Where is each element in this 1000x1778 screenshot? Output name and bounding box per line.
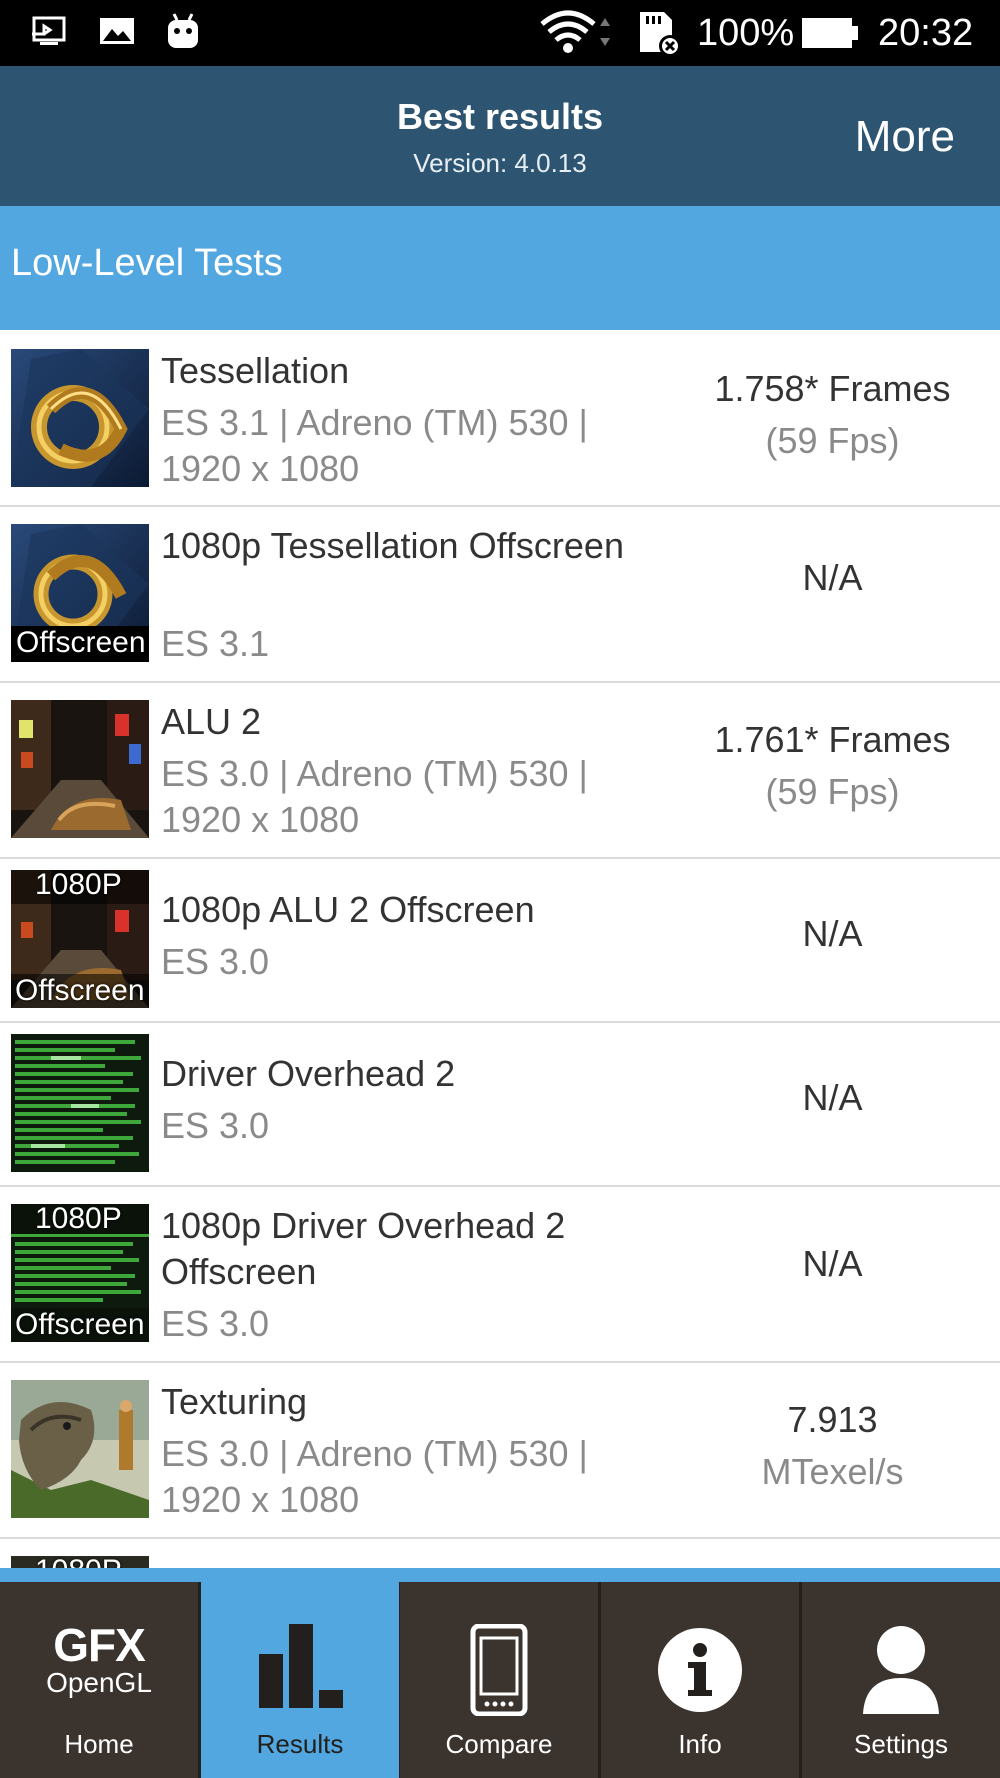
result-title: Driver Overhead 2 xyxy=(161,1053,456,1094)
result-row-driver-overhead2-offscreen[interactable]: 1080P Offscreen 1080p Driver Overhead 2 … xyxy=(0,1187,1000,1363)
wifi-icon xyxy=(540,10,610,53)
tessellation-thumbnail xyxy=(11,349,149,487)
result-score: N/A xyxy=(802,1077,863,1118)
gfx-logo-text: GFX xyxy=(53,1619,146,1671)
partial-thumbnail: 1080P xyxy=(11,1556,149,1568)
opengl-logo-text: OpenGL xyxy=(46,1667,152,1698)
battery-icon xyxy=(802,18,858,48)
result-row-texturing[interactable]: Texturing ES 3.0 | Adreno (TM) 530 | 192… xyxy=(0,1363,1000,1539)
result-score: 1.758* Frames xyxy=(714,368,951,409)
result-subtitle: ES 3.0 xyxy=(161,941,270,982)
result-title: Texturing xyxy=(161,1381,308,1422)
status-bar: 100% 20:32 xyxy=(0,0,1000,66)
nav-home-label: Home xyxy=(64,1729,134,1759)
result-fps: (59 Fps) xyxy=(765,420,900,461)
nav-results[interactable]: Results xyxy=(201,1568,399,1778)
bottom-nav-stripe xyxy=(0,1568,1000,1582)
result-subtitle: ES 3.0 xyxy=(161,1303,270,1344)
nav-info[interactable]: Info xyxy=(601,1582,799,1778)
app-header: Best results Version: 4.0.13 More xyxy=(0,66,1000,206)
result-title: ALU 2 xyxy=(161,701,262,742)
nav-results-label: Results xyxy=(256,1729,344,1759)
result-row-tessellation[interactable]: Tessellation ES 3.1 | Adreno (TM) 530 | … xyxy=(0,330,1000,507)
nav-compare-label: Compare xyxy=(445,1729,553,1759)
screen-cast-icon xyxy=(32,16,66,45)
result-score: N/A xyxy=(802,913,863,954)
result-title: 1080p Tessellation Offscreen xyxy=(161,525,624,566)
result-row-tessellation-offscreen[interactable]: Offscreen 1080p Tessellation Offscreen E… xyxy=(0,507,1000,683)
thumb-top-tag: 1080P xyxy=(35,870,122,901)
nav-settings[interactable]: Settings xyxy=(802,1582,1000,1778)
driver-overhead-offscreen-thumbnail: 1080P Offscreen xyxy=(11,1204,149,1342)
result-row-alu2[interactable]: ALU 2 ES 3.0 | Adreno (TM) 530 | 1920 x … xyxy=(0,683,1000,859)
android-icon xyxy=(168,13,198,48)
result-unit: MTexel/s xyxy=(761,1451,904,1492)
result-score: 1.761* Frames xyxy=(714,719,951,760)
phone-icon xyxy=(470,1624,528,1716)
gfx-logo-icon: GFX OpenGL xyxy=(0,1622,198,1698)
thumb-bottom-tag: Offscreen xyxy=(16,626,146,659)
results-list[interactable]: Tessellation ES 3.1 | Adreno (TM) 530 | … xyxy=(0,330,1000,1568)
battery-percent: 100% xyxy=(697,12,795,54)
nav-compare[interactable]: Compare xyxy=(400,1582,598,1778)
texturing-thumbnail xyxy=(11,1380,149,1518)
image-icon xyxy=(100,18,134,44)
result-subtitle: ES 3.1 | Adreno (TM) 530 | 1920 x 1080 xyxy=(161,402,588,489)
result-title: 1080p ALU 2 Offscreen xyxy=(161,889,535,930)
result-row-driver-overhead2[interactable]: Driver Overhead 2 ES 3.0 N/A xyxy=(0,1023,1000,1187)
alu2-offscreen-thumbnail: 1080P Offscreen xyxy=(11,870,149,1008)
result-title: 1080p Driver Overhead 2 Offscreen xyxy=(161,1205,566,1292)
nav-info-label: Info xyxy=(678,1729,722,1759)
nav-home[interactable]: GFX OpenGL Home xyxy=(0,1582,198,1778)
result-score: N/A xyxy=(802,1243,863,1284)
thumb-bottom-tag: Offscreen xyxy=(15,1308,145,1341)
result-subtitle: ES 3.0 | Adreno (TM) 530 | 1920 x 1080 xyxy=(161,753,588,840)
tessellation-offscreen-thumbnail: Offscreen xyxy=(11,524,149,662)
result-row-partial[interactable]: 1080P xyxy=(0,1539,1000,1568)
result-title: Tessellation xyxy=(161,350,350,391)
thumb-top-tag: 1080P xyxy=(35,1556,122,1568)
result-row-alu2-offscreen[interactable]: 1080P Offscreen 1080p ALU 2 Offscreen ES… xyxy=(0,859,1000,1023)
bottom-navigation: GFX OpenGL Home Results Compare Info Set… xyxy=(0,1568,1000,1778)
driver-overhead-thumbnail xyxy=(11,1034,149,1172)
user-icon xyxy=(863,1626,939,1714)
result-subtitle: ES 3.1 xyxy=(161,623,270,664)
nav-settings-label: Settings xyxy=(854,1729,948,1759)
sdcard-icon xyxy=(640,12,681,57)
thumb-top-tag: 1080P xyxy=(35,1204,122,1235)
section-label: Low-Level Tests xyxy=(11,242,283,284)
more-button[interactable]: More xyxy=(855,112,955,162)
clock: 20:32 xyxy=(878,12,974,54)
result-fps: (59 Fps) xyxy=(765,771,900,812)
section-header: Low-Level Tests xyxy=(0,206,1000,330)
page-title: Best results xyxy=(396,96,604,137)
result-subtitle: ES 3.0 | Adreno (TM) 530 | 1920 x 1080 xyxy=(161,1433,588,1520)
thumb-bottom-tag: Offscreen xyxy=(15,974,145,1007)
bar-chart-icon xyxy=(259,1624,343,1708)
result-score: N/A xyxy=(802,557,863,598)
alu2-thumbnail xyxy=(11,700,149,838)
version-label: Version: 4.0.13 xyxy=(413,148,587,178)
result-score: 7.913 xyxy=(787,1399,878,1440)
result-subtitle: ES 3.0 xyxy=(161,1105,270,1146)
info-icon xyxy=(658,1628,742,1712)
